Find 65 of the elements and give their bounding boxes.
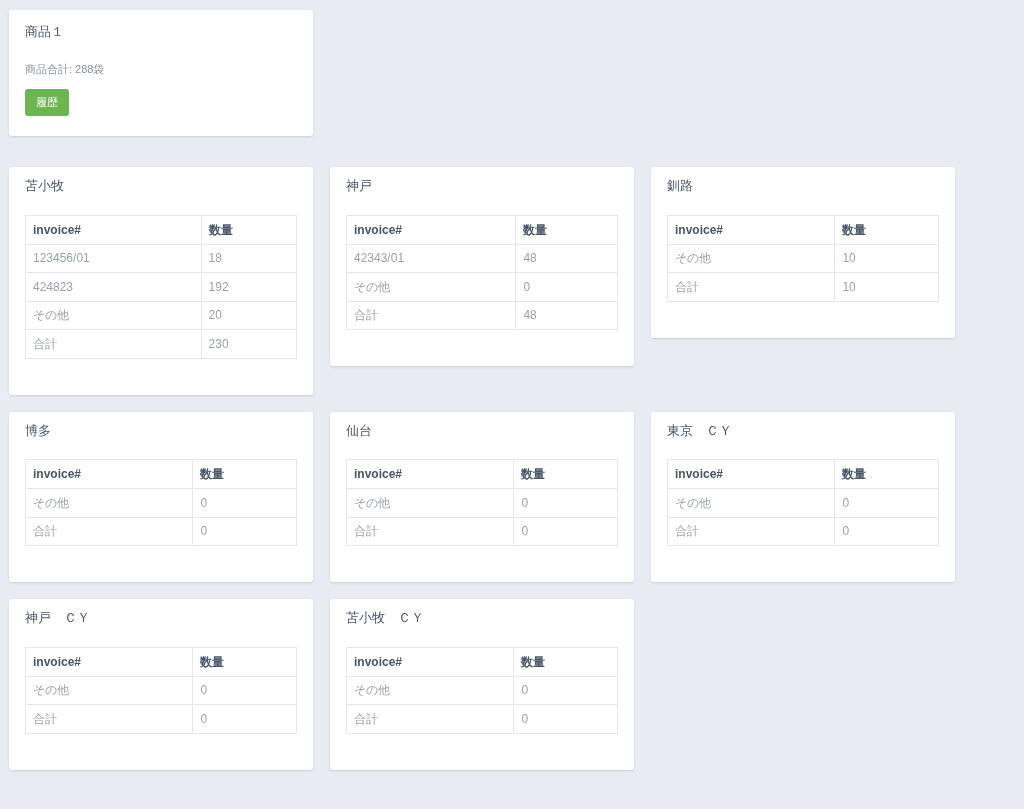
column-header: invoice#: [346, 647, 514, 676]
column-header: invoice#: [25, 215, 202, 244]
column-header: invoice#: [346, 459, 514, 489]
table-cell: 合計: [25, 704, 193, 733]
column-header: invoice#: [25, 459, 193, 489]
table-cell: 合計: [346, 517, 514, 546]
column-header: 数量: [192, 647, 297, 676]
table-cell: 192: [201, 272, 297, 301]
table-cell: その他: [346, 676, 514, 705]
table-cell: 0: [834, 517, 939, 546]
table-cell: その他: [667, 244, 835, 273]
card-title: 東京 ＣＹ: [667, 421, 733, 440]
card-title: 仙台: [346, 421, 373, 440]
column-header: invoice#: [346, 215, 516, 244]
table-cell: 0: [513, 676, 618, 705]
table-cell: 0: [834, 488, 939, 517]
table-cell: 合計: [667, 517, 835, 546]
table-cell: 0: [515, 272, 618, 301]
column-header: 数量: [513, 647, 618, 676]
card-title: 神戸: [346, 177, 373, 195]
table-cell: 合計: [346, 301, 516, 330]
table-cell: 230: [201, 329, 297, 358]
product-total: 商品合計: 288袋: [25, 61, 105, 77]
table-cell: 0: [513, 488, 618, 517]
column-header: 数量: [513, 459, 618, 489]
table-cell: 10: [834, 272, 939, 301]
column-header: 数量: [515, 215, 618, 244]
card-title: 釧路: [667, 177, 694, 195]
card-title: 苫小牧: [25, 177, 65, 195]
card-title: 苫小牧 ＣＹ: [346, 609, 425, 627]
table-cell: 合計: [25, 517, 193, 546]
history-button[interactable]: 履歴: [25, 89, 69, 116]
column-header: invoice#: [25, 647, 193, 676]
table-cell: 0: [513, 517, 618, 546]
column-header: 数量: [834, 215, 939, 244]
column-header: 数量: [201, 215, 297, 244]
table-cell: 48: [515, 301, 618, 330]
table-cell: その他: [346, 272, 516, 301]
card-title: 商品１: [25, 23, 64, 41]
table-cell: 0: [192, 488, 297, 517]
table-cell: 10: [834, 244, 939, 273]
column-header: 数量: [834, 459, 939, 489]
table-cell: 0: [192, 676, 297, 705]
column-header: invoice#: [667, 459, 835, 489]
table-cell: その他: [346, 488, 514, 517]
table-cell: 20: [201, 301, 297, 330]
table-cell: 合計: [667, 272, 835, 301]
table-cell: 123456/01: [25, 244, 202, 273]
table-cell: 0: [513, 704, 618, 733]
card-title: 博多: [25, 421, 52, 440]
table-cell: 合計: [25, 329, 202, 358]
table-cell: その他: [667, 488, 835, 517]
column-header: invoice#: [667, 215, 835, 244]
table-cell: 0: [192, 517, 297, 546]
table-cell: 合計: [346, 704, 514, 733]
table-cell: 48: [515, 244, 618, 273]
table-cell: 42343/01: [346, 244, 516, 273]
column-header: 数量: [192, 459, 297, 489]
table-cell: その他: [25, 301, 202, 330]
card-title: 神戸 ＣＹ: [25, 609, 91, 627]
table-cell: 18: [201, 244, 297, 273]
table-cell: 0: [192, 704, 297, 733]
table-cell: その他: [25, 676, 193, 705]
table-cell: 424823: [25, 272, 202, 301]
table-cell: その他: [25, 488, 193, 517]
